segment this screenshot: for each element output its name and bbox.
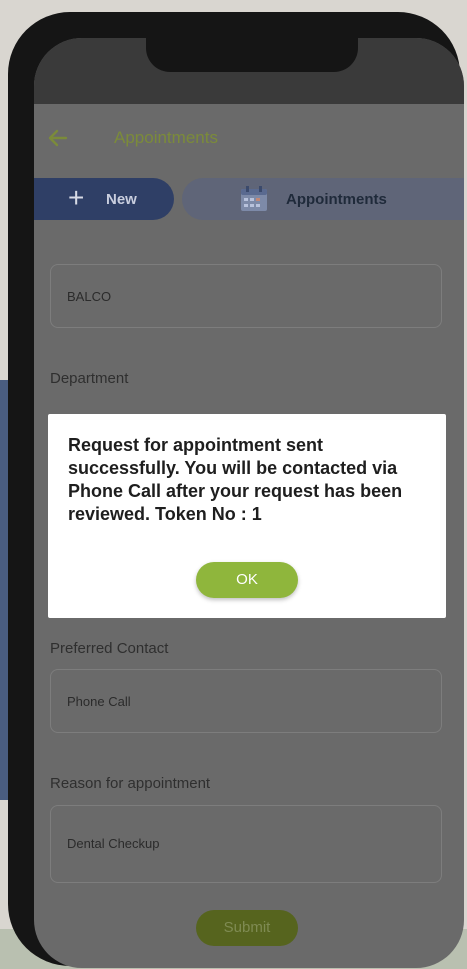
dialog-message: Request for appointment sent successfull… bbox=[68, 435, 403, 524]
hospital-field[interactable]: BALCO bbox=[50, 264, 442, 328]
preferred-contact-label: Preferred Contact bbox=[50, 640, 169, 657]
calendar-icon bbox=[241, 186, 267, 211]
app-screen: Appointments + New Appointments BALCO De… bbox=[34, 38, 464, 968]
status-bar bbox=[34, 38, 464, 104]
reason-field[interactable]: Dental Checkup bbox=[50, 805, 442, 883]
arrow-left-icon[interactable] bbox=[46, 126, 70, 150]
reason-value: Dental Checkup bbox=[67, 836, 160, 851]
phone-frame: Appointments + New Appointments BALCO De… bbox=[8, 12, 464, 968]
hospital-value: BALCO bbox=[67, 289, 112, 304]
ok-button[interactable]: OK bbox=[196, 562, 298, 598]
reason-label: Reason for appointment bbox=[50, 775, 211, 792]
preferred-contact-value: Phone Call bbox=[67, 694, 131, 709]
success-dialog: Request for appointment sent successfull… bbox=[48, 414, 446, 618]
preferred-contact-field[interactable]: Phone Call bbox=[50, 669, 442, 733]
tab-new-label: New bbox=[106, 191, 137, 208]
tab-new[interactable]: + New bbox=[34, 178, 174, 220]
app-bar: Appointments bbox=[34, 104, 464, 174]
submit-button[interactable]: Submit bbox=[196, 910, 298, 946]
department-label: Department bbox=[50, 370, 129, 387]
phone-notch bbox=[146, 38, 358, 72]
tab-appointments-label: Appointments bbox=[286, 191, 387, 208]
page-title: Appointments bbox=[114, 128, 218, 147]
plus-icon: + bbox=[68, 182, 85, 213]
tab-appointments[interactable]: Appointments bbox=[182, 178, 464, 220]
